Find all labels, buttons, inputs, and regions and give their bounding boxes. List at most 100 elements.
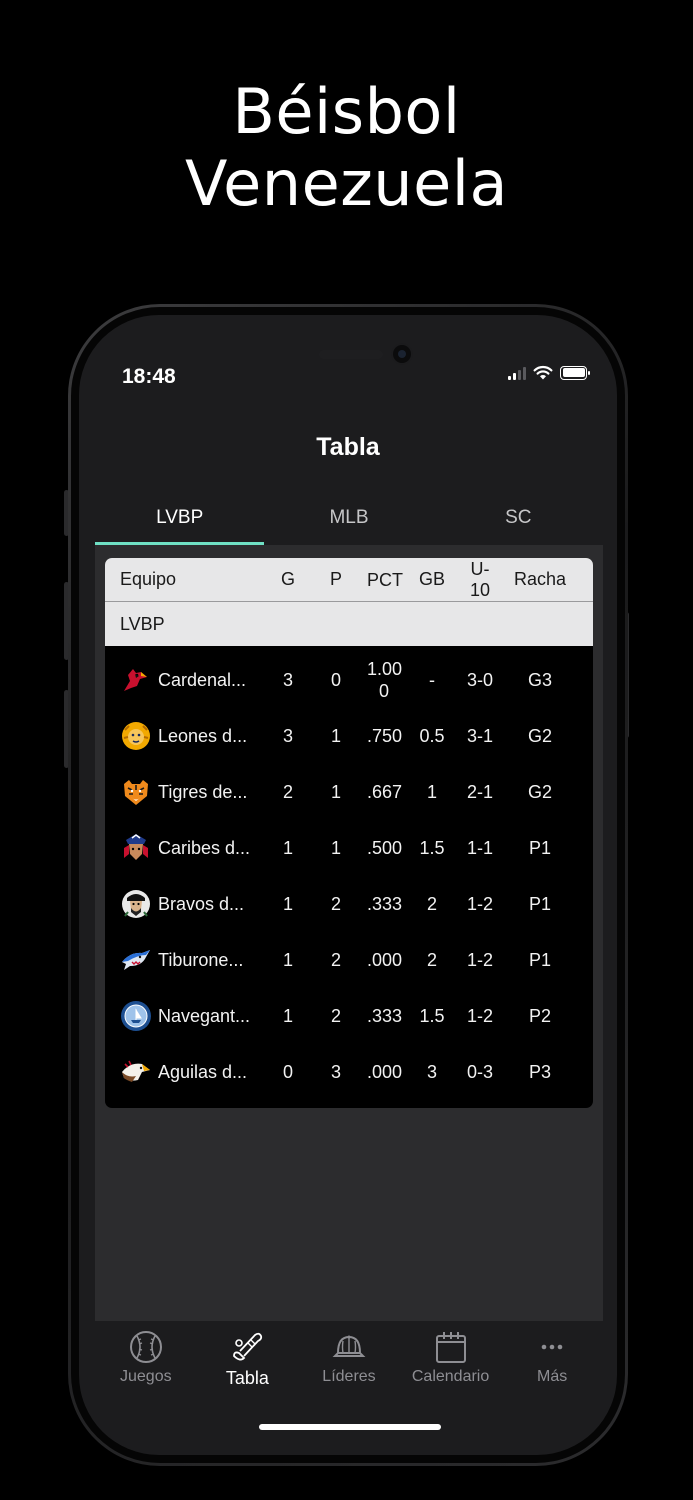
cell-p: 2 xyxy=(330,893,341,914)
cell-p: 1 xyxy=(330,781,341,802)
cell-gb: 3 xyxy=(426,1061,437,1082)
phone-bezel: 18:48 Tabla LVBP MLB SC Equipo G P PCT G… xyxy=(71,307,625,1463)
home-indicator[interactable] xyxy=(259,1424,441,1430)
table-row[interactable]: Tiburone... 1 2 .000 2 1-2 P1 xyxy=(105,932,593,988)
cell-gb: - xyxy=(429,669,435,690)
standings-content: Equipo G P PCT GB U-10 Racha LVBP Carden… xyxy=(95,545,603,1321)
tabbar-label: Más xyxy=(537,1368,568,1385)
cell-streak: G2 xyxy=(527,725,552,746)
cell-streak: P1 xyxy=(528,837,552,858)
cell-pct: .333 xyxy=(367,894,403,914)
status-icons xyxy=(508,365,590,380)
tabbar-label: Calendario xyxy=(411,1368,490,1385)
cell-u10: 0-3 xyxy=(466,1061,493,1082)
tiburones-logo-icon xyxy=(122,950,150,970)
bravos-logo-icon xyxy=(122,890,150,918)
team-cell: Leones d... xyxy=(105,720,271,752)
cell-p: 1 xyxy=(330,837,341,858)
cell-g: 0 xyxy=(282,1061,293,1082)
team-cell: Cardenal... xyxy=(105,664,271,696)
cell-p: 2 xyxy=(330,949,341,970)
promo-title: Béisbol Venezuela xyxy=(0,76,693,220)
cell-streak: P2 xyxy=(528,1005,552,1026)
cell-pct: 1.00 0 xyxy=(367,659,403,701)
cell-u10: 3-1 xyxy=(466,725,493,746)
table-row[interactable]: Navegant... 1 2 .333 1.5 1-2 P2 xyxy=(105,988,593,1044)
team-cell: Caribes d... xyxy=(105,832,271,864)
table-header: Equipo G P PCT GB U-10 Racha xyxy=(105,558,593,602)
table-row[interactable]: Tigres de... 2 1 .667 1 2-1 G2 xyxy=(105,764,593,820)
tigres-logo-icon xyxy=(124,780,148,805)
tab-sc[interactable]: SC xyxy=(434,495,603,545)
earpiece-speaker xyxy=(319,350,383,359)
col-header-u10: U-10 xyxy=(469,558,491,600)
standings-table: Equipo G P PCT GB U-10 Racha LVBP Carden… xyxy=(105,558,593,1108)
cell-u10: 1-2 xyxy=(466,1005,493,1026)
section-header-lvbp: LVBP xyxy=(105,602,593,646)
bottom-tab-bar: Juegos Tabla Líderes Calendario Más xyxy=(95,1321,603,1421)
league-tabs: LVBP MLB SC xyxy=(95,495,603,545)
table-row[interactable]: Leones d... 3 1 .750 0.5 3-1 G2 xyxy=(105,708,593,764)
table-row[interactable]: Bravos d... 1 2 .333 2 1-2 P1 xyxy=(105,876,593,932)
cell-p: 1 xyxy=(330,725,341,746)
col-header-pct: PCT xyxy=(367,569,403,590)
tabbar-label: Líderes xyxy=(322,1368,376,1385)
cell-pct: .667 xyxy=(367,782,403,802)
cell-u10: 1-1 xyxy=(466,837,493,858)
cell-pct: .750 xyxy=(367,726,403,746)
cell-g: 1 xyxy=(282,1005,293,1026)
tabbar-item-juegos[interactable]: Juegos xyxy=(95,1321,197,1421)
cap-icon xyxy=(332,1335,366,1357)
team-name: Leones d... xyxy=(158,725,248,746)
cellular-signal-icon xyxy=(508,366,526,380)
caribes-logo-icon xyxy=(124,834,148,860)
team-cell: Tiburone... xyxy=(105,944,271,976)
phone-frame: 18:48 Tabla LVBP MLB SC Equipo G P PCT G… xyxy=(68,304,628,1466)
team-name: Navegant... xyxy=(158,1005,251,1026)
aguilas-logo-icon xyxy=(122,1060,150,1082)
cell-u10: 3-0 xyxy=(466,669,493,690)
cell-g: 3 xyxy=(282,669,293,690)
cell-g: 1 xyxy=(282,949,293,970)
cell-gb: 1 xyxy=(426,781,437,802)
cell-p: 2 xyxy=(330,1005,341,1026)
standings-bat-icon xyxy=(233,1332,263,1361)
team-cell: Tigres de... xyxy=(105,776,271,808)
cell-gb: 0.5 xyxy=(419,725,445,746)
table-row[interactable]: Aguilas d... 0 3 .000 3 0-3 P3 xyxy=(105,1044,593,1100)
cell-u10: 1-2 xyxy=(466,949,493,970)
tab-mlb[interactable]: MLB xyxy=(264,495,433,545)
calendar-icon xyxy=(435,1332,466,1363)
cell-gb: 2 xyxy=(426,949,437,970)
cell-streak: G3 xyxy=(527,669,552,690)
tabbar-item-mas[interactable]: Más xyxy=(501,1321,603,1421)
col-header-p: P xyxy=(329,569,342,589)
promo-title-line-1: Béisbol xyxy=(232,75,461,148)
tabbar-item-lideres[interactable]: Líderes xyxy=(298,1321,400,1421)
baseball-icon xyxy=(129,1331,162,1363)
tabbar-item-tabla[interactable]: Tabla xyxy=(197,1321,299,1421)
cell-p: 0 xyxy=(330,669,341,690)
cell-pct: .000 xyxy=(367,1062,403,1082)
table-row[interactable]: Caribes d... 1 1 .500 1.5 1-1 P1 xyxy=(105,820,593,876)
cell-streak: P1 xyxy=(528,949,552,970)
cell-streak: G2 xyxy=(527,781,552,802)
page-title: Tabla xyxy=(316,433,380,461)
battery-icon xyxy=(560,365,590,380)
team-name: Tiburone... xyxy=(158,949,244,970)
promo-title-line-2: Venezuela xyxy=(185,147,508,220)
col-header-streak: Racha xyxy=(513,569,567,589)
cell-g: 1 xyxy=(282,837,293,858)
table-row[interactable]: Cardenal... 3 0 1.00 0 - 3-0 G3 xyxy=(105,652,593,708)
standings-rows: Cardenal... 3 0 1.00 0 - 3-0 G3 Leones d… xyxy=(105,646,593,1108)
tabbar-item-calendario[interactable]: Calendario xyxy=(400,1321,502,1421)
more-dots-icon xyxy=(541,1344,563,1350)
cell-pct: .000 xyxy=(367,950,403,970)
team-cell: Bravos d... xyxy=(105,888,271,920)
team-name: Aguilas d... xyxy=(158,1061,248,1082)
team-cell: Navegant... xyxy=(105,1000,271,1032)
cell-g: 1 xyxy=(282,893,293,914)
tab-lvbp[interactable]: LVBP xyxy=(95,495,265,545)
cell-streak: P3 xyxy=(528,1061,552,1082)
cell-gb: 2 xyxy=(426,893,437,914)
